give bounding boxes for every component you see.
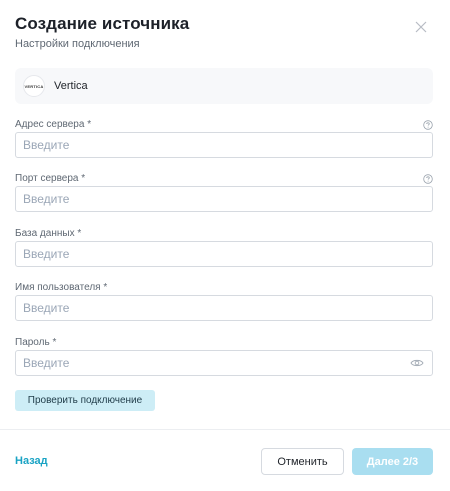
username-input[interactable] bbox=[15, 295, 433, 321]
cancel-button[interactable]: Отменить bbox=[261, 448, 344, 475]
next-button[interactable]: Далее 2/3 bbox=[352, 448, 433, 475]
source-name: Vertica bbox=[54, 80, 88, 92]
modal-title: Создание источника bbox=[15, 14, 190, 33]
modal-subtitle: Настройки подключения bbox=[15, 38, 140, 50]
create-source-modal: Создание источника Настройки подключения… bbox=[0, 0, 450, 491]
username-label: Имя пользователя * bbox=[15, 282, 108, 293]
question-circle-icon[interactable] bbox=[423, 120, 433, 130]
password-input[interactable] bbox=[15, 350, 433, 376]
server-port-input[interactable] bbox=[15, 186, 433, 212]
password-label: Пароль * bbox=[15, 337, 57, 348]
database-input[interactable] bbox=[15, 241, 433, 267]
question-circle-icon[interactable] bbox=[423, 174, 433, 184]
server-address-label: Адрес сервера * bbox=[15, 119, 92, 130]
footer-divider bbox=[0, 429, 450, 430]
database-label: База данных * bbox=[15, 228, 82, 239]
server-address-input[interactable] bbox=[15, 132, 433, 158]
close-icon[interactable] bbox=[414, 20, 428, 34]
vertica-logo-text: VERTICA bbox=[24, 83, 44, 89]
selected-source-card: VERTICA Vertica bbox=[15, 68, 433, 104]
eye-icon[interactable] bbox=[410, 358, 424, 368]
vertica-logo: VERTICA bbox=[23, 75, 45, 97]
server-port-label: Порт сервера * bbox=[15, 173, 86, 184]
check-connection-button[interactable]: Проверить подключение bbox=[15, 390, 155, 411]
back-link[interactable]: Назад bbox=[15, 455, 48, 467]
